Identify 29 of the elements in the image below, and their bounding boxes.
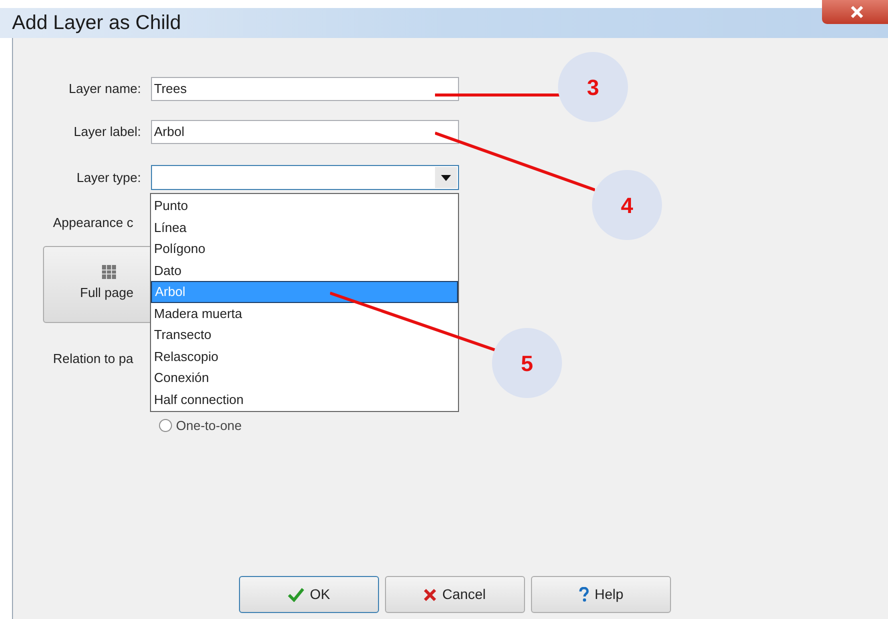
close-button[interactable] [822, 0, 888, 24]
dropdown-option[interactable]: Línea [151, 216, 458, 238]
window-title: Add Layer as Child [12, 11, 181, 36]
field-value: Trees [154, 80, 187, 98]
dropdown-option[interactable]: Half connection [151, 388, 458, 410]
section-label: Appearance c [53, 214, 134, 232]
radio-label: One-to-one [176, 417, 242, 435]
check-icon [288, 588, 304, 602]
page-layout-icon [102, 262, 116, 278]
dropdown-option[interactable]: Relascopio [151, 346, 458, 367]
question-icon [578, 587, 589, 602]
dropdown-arrow-icon [441, 174, 451, 180]
field-value: Arbol [154, 123, 184, 142]
dropdown-option[interactable]: Conexión [151, 367, 458, 388]
cancel-button[interactable]: Cancel [385, 576, 525, 613]
text-field[interactable]: Arbol [151, 120, 459, 144]
dropdown-option[interactable]: Transecto [151, 324, 458, 346]
layer-type-dropdown[interactable] [151, 165, 459, 190]
close-icon [424, 588, 436, 600]
text-field[interactable]: Trees [151, 77, 459, 101]
ok-button[interactable]: OK [239, 576, 379, 613]
field-label: Layer type: [76, 168, 142, 187]
radio-button[interactable] [159, 419, 172, 432]
dropdown-option[interactable]: Punto [151, 195, 458, 216]
section-label: Relation to pa [53, 350, 134, 368]
close-icon [850, 6, 864, 18]
field-label: Layer label: [72, 123, 142, 142]
help-button[interactable]: Help [531, 576, 671, 613]
field-label: Layer name: [68, 80, 142, 98]
